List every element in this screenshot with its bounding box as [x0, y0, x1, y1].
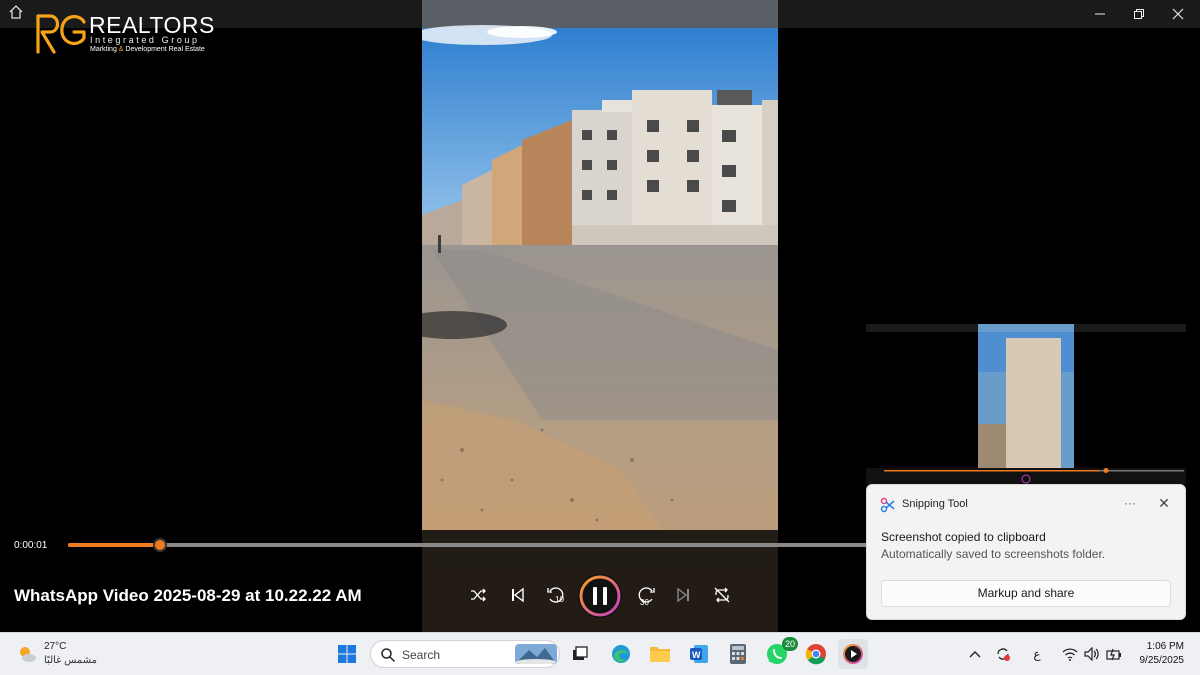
toast-app-name: Snipping Tool [902, 498, 968, 510]
svg-text:30: 30 [640, 598, 649, 606]
search-placeholder: Search [402, 648, 441, 662]
weather-description: مشمس غالبًا [44, 655, 97, 666]
chrome-icon [805, 644, 826, 665]
toast-title: Screenshot copied to clipboard [881, 530, 1046, 544]
video-title: WhatsApp Video 2025-08-29 at 10.22.22 AM [14, 586, 362, 605]
markup-and-share-button[interactable]: Markup and share [881, 580, 1171, 607]
calculator-app[interactable] [723, 639, 753, 669]
folder-icon [650, 647, 670, 662]
edge-icon [612, 645, 630, 663]
close-icon [1172, 8, 1184, 20]
start-button[interactable] [332, 639, 362, 669]
forward-30-icon: 30 [638, 587, 655, 606]
whatsapp-app[interactable]: 20 [762, 637, 798, 669]
search-highlight-image [515, 644, 557, 664]
restore-button[interactable] [1121, 0, 1157, 28]
svg-text:W: W [692, 650, 701, 660]
calculator-icon [730, 644, 746, 664]
toast-more-button[interactable]: ··· [1119, 493, 1141, 515]
previous-button[interactable] [503, 581, 531, 609]
minimize-button[interactable] [1082, 0, 1118, 28]
weather-temperature: 27°C [44, 641, 67, 652]
home-icon[interactable] [8, 4, 32, 24]
media-player-icon [843, 644, 863, 664]
taskbar-search[interactable]: Search [370, 640, 560, 668]
word-app[interactable]: W [684, 639, 714, 669]
seek-bar[interactable] [68, 538, 878, 552]
chevron-up-icon [969, 651, 981, 658]
shuffle-icon [471, 588, 486, 602]
rewind-10-button[interactable]: 10 [542, 581, 570, 609]
task-view-icon [573, 646, 588, 660]
next-icon [677, 587, 689, 603]
taskbar: 27°C مشمس غالبًا Search W 20 ع 1:06 PM 9… [0, 632, 1200, 675]
volume-icon [1084, 647, 1099, 661]
media-player-app[interactable] [838, 639, 868, 669]
shuffle-button[interactable] [464, 581, 492, 609]
toast-message: Automatically saved to screenshots folde… [881, 547, 1106, 561]
minimize-icon [1095, 13, 1105, 15]
previous-icon [512, 587, 524, 603]
clock-time[interactable]: 1:06 PM [1120, 641, 1184, 652]
repeat-button[interactable] [708, 581, 736, 609]
wifi-icon [1062, 648, 1078, 661]
volume-tray-button[interactable] [1082, 643, 1102, 665]
chrome-app[interactable] [801, 639, 831, 669]
clock-date[interactable]: 9/25/2025 [1120, 655, 1185, 666]
forward-30-button[interactable]: 30 [632, 581, 660, 609]
file-explorer-app[interactable] [645, 639, 675, 669]
task-view-button[interactable] [565, 639, 595, 669]
sync-icon [997, 648, 1010, 661]
sync-tray-button[interactable] [992, 643, 1014, 665]
current-time: 0:00:01 [14, 540, 48, 551]
pause-button[interactable] [578, 574, 622, 618]
input-language[interactable]: ع [1028, 643, 1046, 665]
snipping-tool-icon [880, 497, 895, 513]
screenshot-preview [866, 324, 1186, 484]
rewind-10-icon: 10 [547, 587, 564, 604]
rg-logo-mark [36, 14, 86, 54]
edge-app[interactable] [606, 639, 636, 669]
logo-subtitle: Markting & Development Real Estate [90, 46, 205, 53]
pause-icon [579, 575, 621, 617]
seek-progress [68, 543, 161, 547]
toast-close-button[interactable]: ✕ [1153, 493, 1175, 515]
restore-icon [1134, 9, 1144, 19]
sun-cloud-icon [20, 647, 36, 662]
whatsapp-badge: 20 [782, 637, 798, 651]
show-hidden-icons-button[interactable] [966, 643, 984, 665]
next-button[interactable] [670, 581, 698, 609]
realtors-logo: REALTORS Integrated Group Markting & Dev… [34, 8, 234, 58]
repeat-off-icon [714, 587, 730, 603]
word-icon: W [690, 645, 708, 663]
search-icon [381, 648, 396, 663]
svg-text:10: 10 [555, 595, 564, 604]
windows-start-icon [338, 645, 356, 663]
close-button[interactable] [1160, 0, 1196, 28]
logo-tagline: Integrated Group [90, 35, 200, 45]
screen: REALTORS Integrated Group Markting & Dev… [0, 0, 1200, 675]
wifi-tray-button[interactable] [1060, 643, 1080, 665]
snipping-tool-notification[interactable]: Snipping Tool ··· ✕ Screenshot copied to… [866, 484, 1186, 620]
